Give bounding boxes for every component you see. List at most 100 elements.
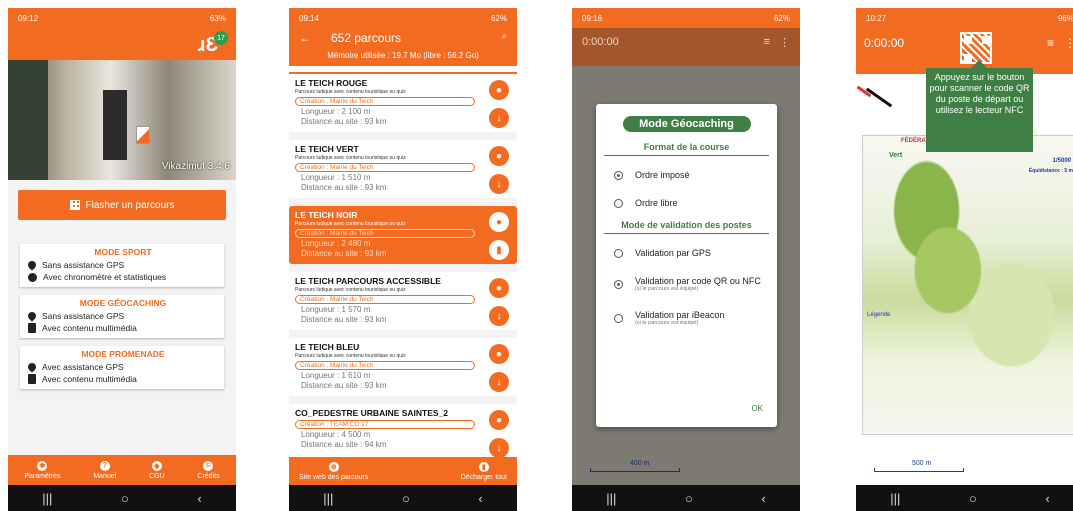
download-icon[interactable]: ↓ [489,108,509,128]
race-timer: 0:00:00 [582,36,619,48]
home-icon[interactable]: ○ [969,491,977,506]
nav-credits[interactable]: © Crédits [197,460,220,480]
section-course-format: Format de la course [604,142,769,156]
radio-selected-icon [614,279,623,289]
radio-selected-icon [614,170,623,180]
gear-icon: ✱ [37,460,48,471]
search-icon[interactable]: ⌕ [501,31,507,42]
globe-icon: ⊕ [328,461,339,472]
mode-title: MODE GÉOCACHING [79,298,167,308]
location-pin-icon[interactable]: ● [489,80,509,100]
recent-apps-icon[interactable]: ||| [323,491,333,506]
battery-level: 96% [1057,13,1073,23]
location-pin-icon[interactable]: ● [489,146,509,166]
memory-usage: Mémoire utilisée : 19.7 Mo (libre : 56.2… [327,51,479,60]
status-time: 09:16 [582,13,603,23]
multimedia-book-icon [28,323,36,333]
nav-manual[interactable]: ? Manuel [93,460,116,480]
bottom-action-bar: ⊕ Site web des parcours ▮ Décharger tout [289,457,517,485]
checklist-icon[interactable]: ≡ [1047,36,1054,50]
mode-promenade-card[interactable]: MODE PROMENADE Avec assistance GPS Avec … [20,346,224,389]
map-scale: 400 m [590,460,680,472]
list-item[interactable]: LE TEICH ROUGE Parcours ludique avec con… [289,74,517,132]
system-nav-bar: ||| ○ ‹ [856,485,1073,511]
location-pin-icon[interactable]: ● [489,344,509,364]
checklist-icon[interactable]: ≡ [764,36,770,48]
back-icon[interactable]: ‹ [761,491,765,506]
back-icon[interactable]: ‹ [478,491,482,506]
battery-level: 62% [490,13,507,23]
orienteering-flag-icon [136,126,150,144]
phone-geocaching-dialog: 09:16 62% 0:00:00 ≡ ⋮ 400 m Mode Géocach… [572,8,800,511]
nav-terms[interactable]: ◆ CGU [149,460,165,480]
download-icon[interactable]: ↓ [489,372,509,392]
home-icon[interactable]: ○ [402,491,410,506]
gps-off-icon [26,259,38,271]
app-version: Vikazimut 3.4.6 [161,161,230,172]
phone-home-screen: 09:12 63% ɹƐ 17 Vikazimut 3.4.6 Flasher … [8,8,236,511]
unload-all-button[interactable]: ▮ Décharger tout [461,461,507,481]
status-bar: 09:16 62% [572,8,800,28]
option-order-imposed[interactable]: Ordre imposé [604,160,769,188]
multimedia-book-icon [28,374,36,384]
shield-icon: ◆ [151,460,162,471]
list-item[interactable]: CO_PEDESTRE URBAINE SAINTES_2 Création :… [289,404,517,462]
recent-apps-icon[interactable]: ||| [890,491,900,506]
option-validation-ibeacon[interactable]: Validation par iBeacon (si le parcours es… [604,300,769,334]
mode-sport-card[interactable]: MODE SPORT Sans assistance GPS Avec chro… [20,244,224,287]
battery-level: 63% [209,13,226,23]
orienteering-map[interactable]: FÉDÉRATION Vert 1/5000 Équidistance : 5 … [856,125,1073,445]
home-icon[interactable]: ○ [121,491,129,506]
option-validation-qr[interactable]: Validation par code QR ou NFC (si le parc… [604,266,769,300]
back-arrow-icon[interactable]: ← [299,31,311,45]
status-bar: 09:12 63% [8,8,236,28]
phone-map-screen: 10:27 96% 0:00:00 ≡ ⋮ FÉDÉRATION Vert 1/… [856,8,1073,511]
system-nav-bar: ||| ○ ‹ [8,485,236,511]
page-title: 652 parcours [331,31,402,45]
section-validation-mode: Mode de validation des postes [604,220,769,234]
location-pin-icon[interactable]: ● [489,410,509,430]
back-icon[interactable]: ‹ [197,491,201,506]
status-bar: 09:14 62% [289,8,517,28]
recent-apps-icon[interactable]: ||| [42,491,52,506]
flash-course-label: Flasher un parcours [85,199,175,211]
nav-settings[interactable]: ✱ Paramètres [24,460,61,480]
list-item[interactable]: LE TEICH VERT Parcours ludique avec cont… [289,140,517,198]
trash-icon: ▮ [478,461,489,472]
more-menu-icon[interactable]: ⋮ [1064,36,1073,50]
help-icon: ? [99,460,110,471]
location-pin-icon[interactable]: ● [489,278,509,298]
recent-apps-icon[interactable]: ||| [606,491,616,506]
list-item[interactable]: LE TEICH PARCOURS ACCESSIBLE Parcours lu… [289,272,517,330]
download-icon[interactable]: ↓ [489,306,509,326]
hero-photo: Vikazimut 3.4.6 [8,60,236,180]
geocaching-mode-dialog: Mode Géocaching Format de la course Ordr… [596,104,777,427]
download-icon[interactable]: ↓ [489,438,509,458]
notification-badge[interactable]: 17 [214,31,228,45]
website-button[interactable]: ⊕ Site web des parcours [299,461,368,481]
course-list: LE TEICH ROUGE Parcours ludique avec con… [289,66,517,462]
flash-course-button[interactable]: Flasher un parcours [18,190,226,220]
ok-button[interactable]: OK [751,404,763,413]
back-icon[interactable]: ‹ [1045,491,1049,506]
option-validation-gps[interactable]: Validation par GPS [604,238,769,266]
gps-off-icon [26,310,38,322]
location-pin-icon[interactable]: ● [489,212,509,232]
download-icon[interactable]: ↓ [489,174,509,194]
qr-code-icon [69,200,80,210]
delete-icon[interactable]: ▮ [489,240,509,260]
list-item[interactable]: LE TEICH BLEU Parcours ludique avec cont… [289,338,517,396]
option-order-free[interactable]: Ordre libre [604,188,769,216]
list-item-selected[interactable]: LE TEICH NOIR Parcours ludique avec cont… [289,206,517,264]
mode-geocaching-card[interactable]: MODE GÉOCACHING Sans assistance GPS Avec… [20,295,224,338]
mode-title: MODE SPORT [94,247,152,257]
battery-level: 62% [773,13,790,23]
home-icon[interactable]: ○ [685,491,693,506]
dialog-title: Mode Géocaching [622,116,751,132]
more-menu-icon[interactable]: ⋮ [779,36,790,49]
app-header: 0:00:00 ≡ ⋮ [572,28,800,66]
copyright-icon: © [203,460,214,471]
status-bar: 10:27 96% [856,8,1073,28]
radio-icon [614,248,623,258]
status-time: 09:12 [18,13,39,23]
